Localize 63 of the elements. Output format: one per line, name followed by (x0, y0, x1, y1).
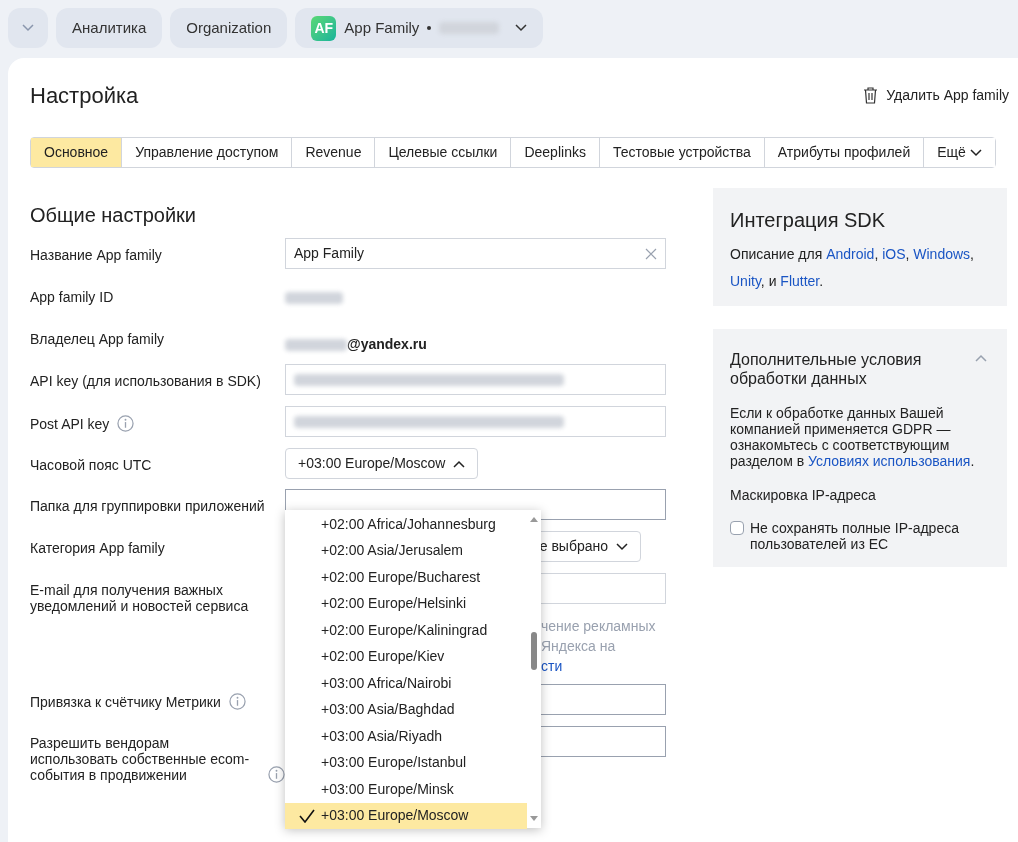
field-label: Название App family (30, 247, 162, 263)
breadcrumb[interactable]: Organization (170, 8, 288, 48)
redacted-text (285, 338, 347, 351)
sdk-link[interactable]: iOS (882, 246, 906, 262)
gdpr-text: Если к обработке данных Вашей компанией применяется GDPR — ознакомьтесь с соответствующим разделом в Условиях использования. (730, 405, 976, 469)
chevron-icon (969, 148, 982, 157)
page-title: Настройка (30, 81, 139, 110)
field-label: Папка для группировки приложений (30, 498, 265, 514)
trash-icon (863, 86, 879, 104)
chevron-icon (22, 24, 34, 32)
chevron-icon (616, 542, 628, 551)
field-label: Привязка к счётчику Метрики (30, 694, 221, 710)
timezone-option[interactable]: +03:00 Europe/Istanbul (285, 749, 527, 776)
field-label: Категория App family (30, 540, 165, 556)
sdk-link[interactable]: Flutter (780, 273, 820, 289)
key-field[interactable] (285, 364, 666, 395)
field-label: Владелец App family (30, 331, 164, 347)
field-label: API key (для использования в SDK) (30, 373, 261, 389)
panel-title: Дополнительные условия обработки данных (730, 350, 923, 388)
panel-subtitle: Маскировка IP-адреса (730, 486, 877, 505)
hint-text: Яндекса на (541, 637, 617, 656)
timezone-option[interactable]: +03:00 Asia/Baghdad (285, 696, 527, 723)
timezone-option[interactable]: +02:00 Europe/Bucharest (285, 564, 527, 591)
checkbox[interactable] (730, 521, 744, 535)
timezone-option[interactable]: +03:00 Europe/Moscow (285, 802, 527, 829)
delete-button[interactable]: Удалить App family (863, 84, 1009, 106)
redacted-text (285, 292, 343, 304)
field-label: Часовой пояс UTC (30, 457, 152, 473)
sdk-text: Описание для Android, iOS, Windows, Unity, и Flutter. (730, 245, 975, 291)
hint-link[interactable]: сти (541, 658, 563, 674)
timezone-option[interactable]: +02:00 Europe/Helsinki (285, 590, 527, 617)
info-icon[interactable] (117, 415, 135, 432)
key-field[interactable] (285, 406, 666, 437)
timezone-option[interactable]: +03:00 Europe/Minsk (285, 776, 527, 803)
chevron-icon (515, 24, 528, 32)
field-label: E-mail для получения важных уведомлений и новостей сервиса (30, 582, 250, 614)
section-title: Общие настройки (30, 203, 197, 224)
timezone-option[interactable]: +02:00 Europe/Kiev (285, 643, 527, 670)
sdk-link[interactable]: Unity (730, 273, 761, 289)
hint-text: чение рекламных (541, 617, 657, 636)
breadcrumb[interactable]: AF App Family (295, 8, 544, 48)
name-field[interactable]: App Family (285, 238, 666, 269)
tab[interactable]: Ещё (923, 138, 995, 167)
timezone-option[interactable]: +03:00 Asia/Riyadh (285, 723, 527, 750)
timezone-select[interactable]: +03:00 Europe/Moscow (285, 448, 479, 479)
field-label: Post API key (30, 416, 110, 432)
breadcrumb[interactable]: Аналитика (56, 8, 163, 48)
check-icon (299, 808, 315, 823)
timezone-option[interactable]: +02:00 Asia/Jerusalem (285, 537, 527, 564)
owner-email: @yandex.ru (347, 335, 427, 354)
info-icon[interactable] (268, 766, 285, 783)
chevron-icon (453, 459, 466, 468)
tab[interactable]: Основное (31, 138, 122, 167)
clear-icon[interactable] (645, 247, 657, 260)
info-icon[interactable] (228, 693, 246, 710)
timezone-option[interactable]: +03:00 Africa/Nairobi (285, 670, 527, 697)
app-avatar: AF (311, 15, 337, 41)
field-label: App family ID (30, 289, 114, 305)
checkbox-label: Не сохранять полные IP-адреса пользователей из ЕС (750, 520, 960, 552)
field-label: Разрешить вендорам использовать собственные ecom-события в продвижении (30, 735, 251, 783)
timezone-option[interactable]: +02:00 Africa/Johannesburg (285, 511, 527, 538)
panel-title: Интеграция SDK (730, 208, 887, 233)
timezone-option[interactable]: +02:00 Europe/Kaliningrad (285, 617, 527, 644)
